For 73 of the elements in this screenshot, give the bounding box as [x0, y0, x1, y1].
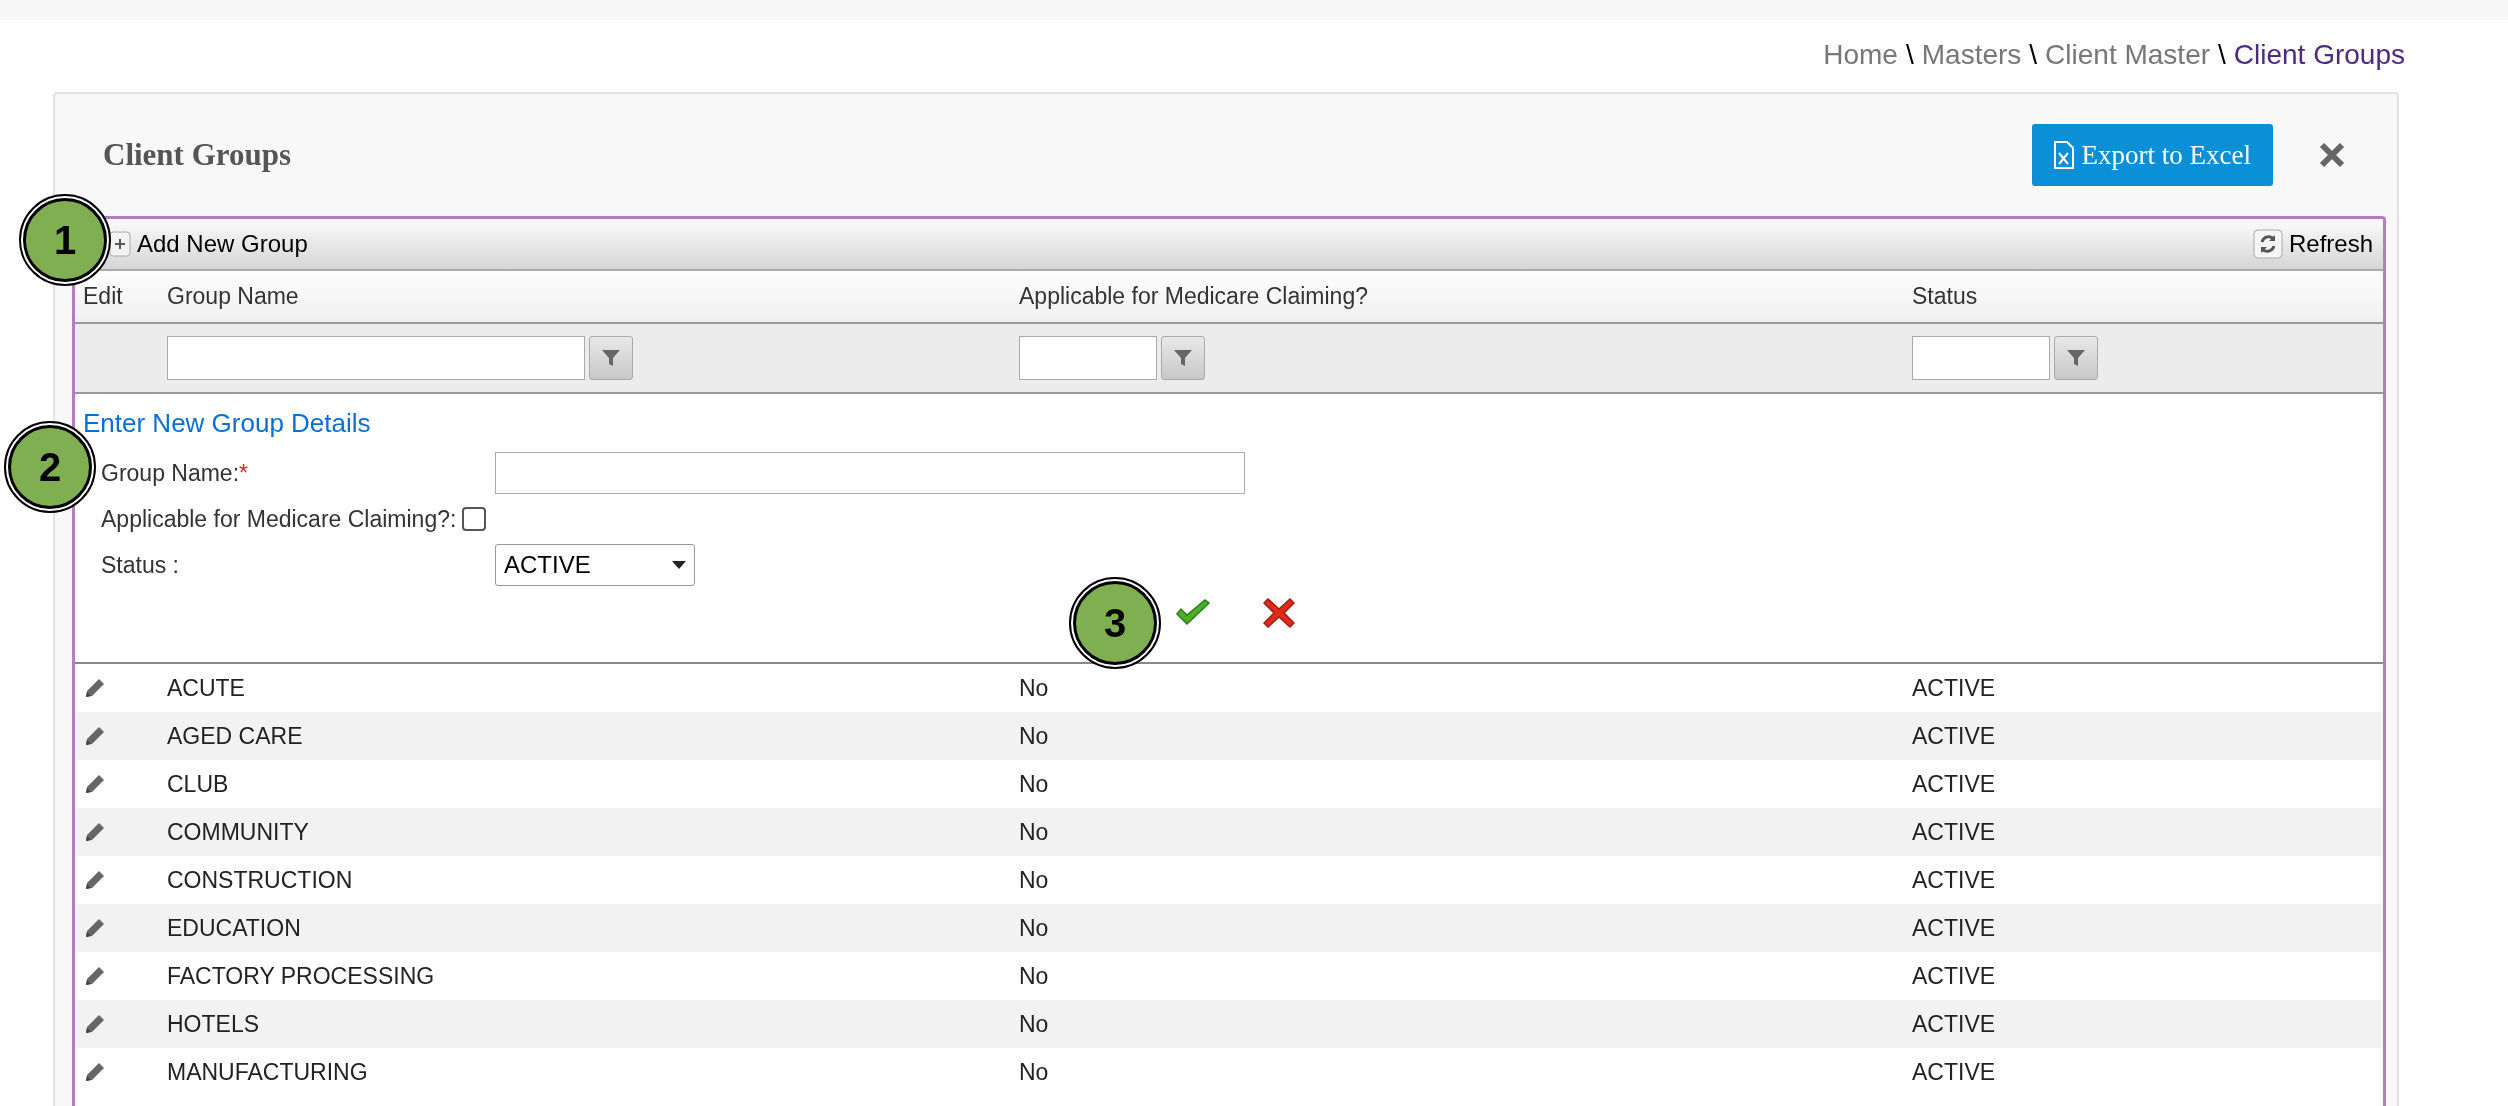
- filter-button[interactable]: [589, 336, 633, 380]
- table-cell: No: [1019, 1010, 1049, 1037]
- table-cell: No: [1019, 962, 1049, 989]
- breadcrumb-link[interactable]: Client Groups: [2233, 34, 2405, 92]
- page-title: Client Groups: [103, 135, 292, 174]
- table-cell: No: [1019, 674, 1049, 701]
- table-cell: No: [1019, 1058, 1049, 1085]
- spreadsheet-file-icon: [2053, 141, 2074, 169]
- breadcrumb-link[interactable]: Masters: [1921, 34, 2022, 92]
- pencil-icon[interactable]: [83, 1060, 107, 1084]
- column-header[interactable]: Applicable for Medicare Claiming?: [1019, 283, 1368, 310]
- checkbox[interactable]: [462, 507, 487, 531]
- table-cell: CLUB: [167, 770, 229, 797]
- breadcrumb-separator: \: [2029, 38, 2038, 72]
- filter-field[interactable]: [1019, 336, 1157, 380]
- close-icon[interactable]: [1263, 597, 1295, 629]
- pencil-icon[interactable]: [83, 916, 107, 940]
- filter-field[interactable]: [1912, 336, 2050, 380]
- table-cell: No: [1019, 818, 1049, 845]
- pencil-icon[interactable]: [83, 1012, 107, 1036]
- refresh-icon: [2252, 229, 2283, 259]
- funnel-icon: [601, 348, 621, 368]
- table-cell: EDUCATION: [167, 914, 301, 941]
- pencil-icon[interactable]: [83, 964, 107, 988]
- column-header[interactable]: Status: [1912, 283, 1978, 310]
- pencil-icon[interactable]: [83, 676, 107, 700]
- pencil-icon[interactable]: [83, 820, 107, 844]
- field-label: Status :: [101, 550, 180, 580]
- table-cell: No: [1019, 722, 1049, 749]
- export-to-excel-button[interactable]: Export to Excel: [2031, 124, 2273, 186]
- table-cell: ACUTE: [167, 674, 245, 701]
- breadcrumb-separator: \: [1905, 38, 1914, 72]
- table-cell: COMMUNITY: [167, 818, 309, 845]
- breadcrumb-separator: \: [2218, 38, 2226, 72]
- table-cell: No: [1019, 914, 1049, 941]
- table-cell: ACTIVE: [1912, 1010, 1996, 1037]
- table-cell: ACTIVE: [1912, 962, 1996, 989]
- caret-icon: [672, 561, 686, 569]
- table-cell: FACTORY PROCESSING: [167, 962, 435, 989]
- filter-button[interactable]: [2054, 336, 2098, 380]
- close-icon[interactable]: [2319, 142, 2345, 168]
- filter-button[interactable]: [1161, 336, 1205, 380]
- funnel-icon: [2066, 348, 2086, 368]
- funnel-icon: [1173, 348, 1193, 368]
- table-cell: No: [1019, 866, 1049, 893]
- refresh-button[interactable]: Refresh: [2252, 226, 2381, 262]
- status-dropdown[interactable]: ACTIVE: [495, 544, 695, 586]
- pencil-icon[interactable]: [83, 868, 107, 892]
- table-cell: HOTELS: [167, 1010, 260, 1037]
- pencil-icon[interactable]: [83, 772, 107, 796]
- table-cell: ACTIVE: [1912, 866, 1996, 893]
- filter-field[interactable]: [167, 336, 585, 380]
- table-cell: No: [1019, 770, 1049, 797]
- checkmark-icon[interactable]: [1175, 599, 1211, 627]
- column-header[interactable]: Edit: [83, 283, 123, 310]
- table-cell: ACTIVE: [1912, 914, 1996, 941]
- plus-icon: [109, 231, 131, 257]
- pencil-icon[interactable]: [83, 724, 107, 748]
- table-cell: AGED CARE: [167, 722, 303, 749]
- table-cell: ACTIVE: [1912, 818, 1996, 845]
- table-cell: ACTIVE: [1912, 674, 1996, 701]
- table-cell: MANUFACTURING: [167, 1058, 368, 1085]
- group-name-field[interactable]: [495, 452, 1245, 494]
- field-label: Group Name:*: [101, 458, 249, 488]
- add-new-group-button[interactable]: Add New Group: [109, 226, 308, 262]
- table-cell: CONSTRUCTION: [167, 866, 353, 893]
- table-cell: ACTIVE: [1912, 1058, 1996, 1085]
- breadcrumb-link[interactable]: Home: [1823, 34, 1898, 92]
- table-cell: ACTIVE: [1912, 722, 1996, 749]
- table-cell: ACTIVE: [1912, 770, 1996, 797]
- column-header[interactable]: Group Name: [167, 283, 299, 310]
- field-label: Applicable for Medicare Claiming?:: [101, 504, 457, 534]
- breadcrumb-link[interactable]: Client Master: [2045, 34, 2211, 92]
